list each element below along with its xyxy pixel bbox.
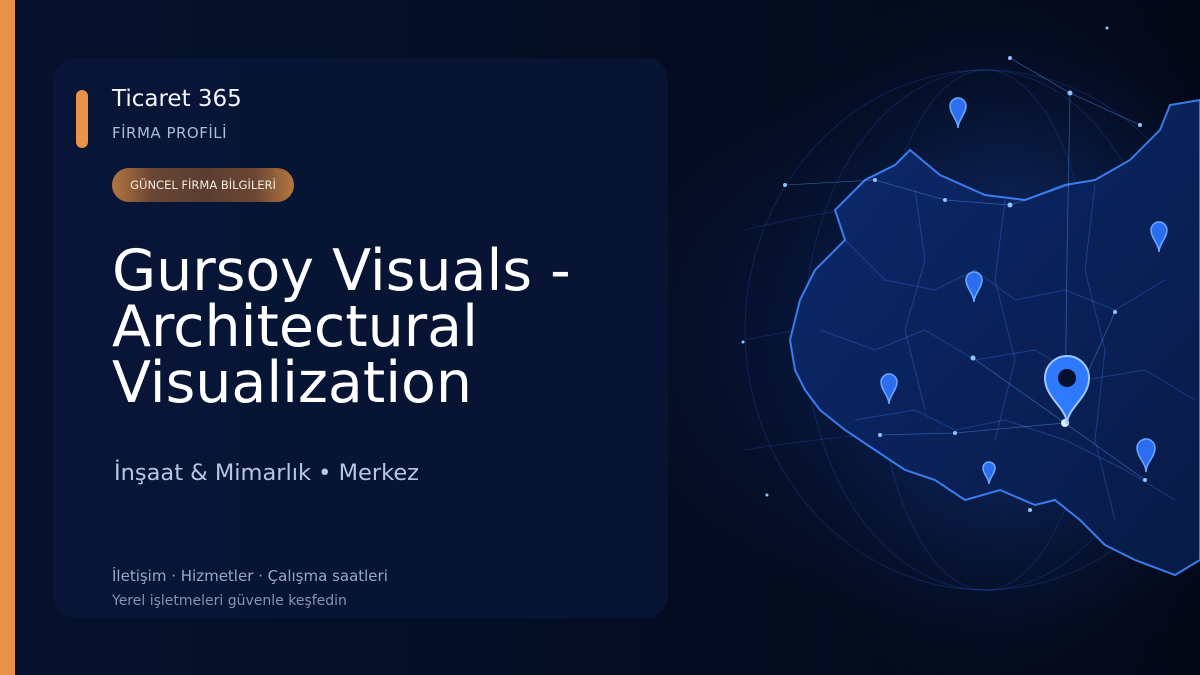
status-badge-label: GÜNCEL FİRMA BİLGİLERİ <box>130 178 276 192</box>
brand-mark <box>76 90 88 148</box>
left-accent-bar <box>0 0 15 675</box>
business-title-line-3: Visualization <box>112 350 473 416</box>
business-title-line-1: Gursoy Visuals - <box>112 238 571 304</box>
status-badge: GÜNCEL FİRMA BİLGİLERİ <box>112 168 294 202</box>
business-title: Gursoy Visuals - Architectural Visualiza… <box>112 238 672 416</box>
brand-name[interactable]: Ticaret 365 <box>112 86 242 112</box>
turkey-map-image <box>735 0 1200 675</box>
brand-subtitle: FİRMA PROFİLİ <box>112 124 228 142</box>
footer-tagline: Yerel işletmeleri güvenle keşfedin <box>112 593 347 609</box>
footer-links[interactable]: İletişim · Hizmetler · Çalışma saatleri <box>112 567 388 585</box>
business-title-line-2: Architectural <box>112 294 478 360</box>
business-category: İnşaat & Mimarlık • Merkez <box>114 460 419 486</box>
